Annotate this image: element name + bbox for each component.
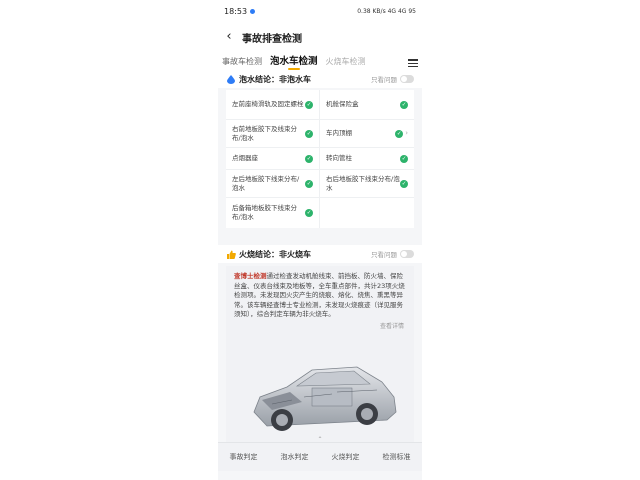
fire-filter-switch[interactable]: [400, 250, 414, 258]
empty-cell: [320, 198, 414, 228]
check-ok-icon: ✓: [400, 100, 408, 109]
check-item[interactable]: 后备箱地板胶下线束分布/泡水 ✓: [226, 198, 320, 228]
bottom-tab-water[interactable]: 泡水判定: [281, 452, 309, 462]
water-filter-label: 只看问题: [371, 76, 397, 84]
water-filter-switch[interactable]: [400, 75, 414, 83]
check-item[interactable]: 右前地板胶下及线束分布/泡水 ✓: [226, 120, 320, 148]
back-arrow-icon[interactable]: ‹: [222, 30, 236, 44]
check-item[interactable]: 右后地板胶下线束分布/泡水 ✓: [320, 170, 414, 198]
tab-water[interactable]: 泡水车检测: [266, 53, 322, 70]
check-item-label: 右前地板胶下及线束分布/泡水: [232, 124, 297, 142]
app-bar: ‹ 事故排查检测: [218, 22, 422, 52]
check-ok-icon: ✓: [305, 179, 313, 188]
check-item-label: 车内顶棚: [326, 129, 352, 137]
bottom-tab-accident[interactable]: 事故判定: [230, 452, 258, 462]
check-ok-icon: ✓: [305, 209, 313, 217]
status-indicators: 0.38 KB/s 4G 4G 95: [357, 7, 416, 15]
tab-fire[interactable]: 火烧车检测: [322, 56, 370, 70]
thumbs-up-icon: [226, 249, 236, 259]
check-ok-icon: ✓: [305, 129, 313, 138]
check-item-label: 左前座椅滑轨及固定螺栓: [232, 100, 304, 108]
tab-accident[interactable]: 事故车检测: [218, 56, 266, 70]
water-conclusion: 泡水结论： 非泡水车 只看问题: [218, 70, 422, 88]
water-conclusion-value: 非泡水车: [279, 74, 311, 84]
tab-bar: 事故车检测 泡水车检测 火烧车检测: [218, 52, 422, 70]
brand-highlight: 查博士检测: [234, 272, 267, 280]
fire-description-card: 查博士检测通过检查发动机舱线束、前挡板、防火墙、保险丝盒、仪表台线束及地板等，全…: [226, 266, 414, 442]
check-item[interactable]: 点烟器座 ✓: [226, 148, 320, 170]
check-item[interactable]: 机舱保险盒 ✓: [320, 90, 414, 120]
water-drop-icon: [226, 74, 236, 84]
check-ok-icon: ✓: [400, 154, 408, 163]
check-item[interactable]: 左前座椅滑轨及固定螺栓 ✓: [226, 90, 320, 120]
check-item-label: 转向管柱: [326, 154, 352, 162]
fire-description-text: 查博士检测通过检查发动机舱线束、前挡板、防火墙、保险丝盒、仪表台线束及地板等，全…: [226, 266, 414, 320]
view-details-link[interactable]: 查看详情: [380, 321, 404, 330]
fire-conclusion-value: 非火烧车: [279, 249, 311, 259]
status-time: 18:53: [224, 6, 248, 16]
check-item-label: 左后地板胶下线束分布/泡水: [232, 174, 300, 192]
status-bar: 18:53 0.38 KB/s 4G 4G 95: [218, 0, 422, 22]
water-conclusion-label: 泡水结论：: [239, 74, 279, 84]
fire-conclusion-label: 火烧结论：: [239, 249, 279, 259]
check-ok-icon: ✓: [305, 100, 313, 109]
check-item-label: 右后地板胶下线束分布/泡水: [326, 174, 400, 192]
menu-icon[interactable]: [408, 59, 418, 67]
chevron-right-icon: ›: [405, 129, 408, 137]
check-ok-icon: ✓: [400, 179, 408, 188]
page-title: 事故排查检测: [242, 33, 302, 45]
water-check-grid: 左前座椅滑轨及固定螺栓 ✓ 机舱保险盒 ✓ 右前地板胶下及线束分布/泡水 ✓ 车…: [226, 90, 414, 228]
check-ok-icon: ✓: [305, 154, 313, 163]
notification-icon: [250, 8, 256, 14]
check-item-label: 点烟器座: [232, 154, 258, 162]
bottom-nav: 事故判定 泡水判定 火烧判定 检测标准: [218, 442, 422, 471]
check-item[interactable]: 左后地板胶下线束分布/泡水 ✓: [226, 170, 320, 198]
fire-conclusion: 火烧结论： 非火烧车 只看问题: [218, 245, 422, 263]
check-ok-icon: ✓: [395, 129, 404, 138]
check-item-label: 机舱保险盒: [326, 100, 359, 108]
bottom-tab-standard[interactable]: 检测标准: [383, 452, 411, 462]
fire-filter-label: 只看问题: [371, 251, 397, 259]
car-cutaway-image: [253, 366, 397, 431]
check-item[interactable]: 车内顶棚 ✓ ›: [320, 120, 414, 148]
phone-screen: 18:53 0.38 KB/s 4G 4G 95 ‹ 事故排查检测 事故车检测 …: [218, 0, 422, 480]
check-item[interactable]: 转向管柱 ✓: [320, 148, 414, 170]
check-item-label: 后备箱地板胶下线束分布/泡水: [232, 204, 297, 221]
bottom-tab-fire[interactable]: 火烧判定: [332, 452, 360, 462]
